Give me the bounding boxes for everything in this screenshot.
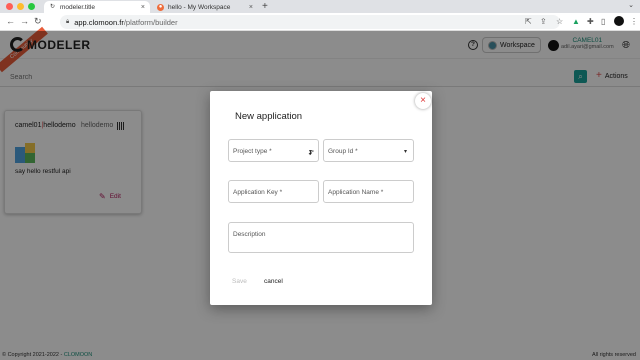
cancel-button[interactable]: cancel [264, 278, 283, 285]
url-field[interactable]: 🔒︎ app.clomoon.fr /platform/builder [60, 15, 560, 29]
postman-icon: ● [157, 3, 164, 11]
browser-tab-workspace[interactable]: ● hello - My Workspace × [152, 1, 258, 13]
url-host: app.clomoon.fr [74, 17, 124, 27]
share-icon[interactable]: ⇪ [540, 17, 547, 26]
lock-icon: 🔒︎ [66, 18, 70, 25]
close-window-button[interactable] [6, 3, 13, 10]
application-key-field[interactable]: Application Key * [228, 180, 319, 203]
close-tab-icon[interactable]: × [249, 4, 253, 11]
tab-title: modeler.title [60, 3, 96, 11]
sidebar-icon[interactable]: ▯ [601, 17, 605, 26]
menu-icon[interactable]: ⋮ [630, 17, 638, 26]
window-controls [6, 3, 35, 10]
profile-avatar[interactable] [614, 16, 624, 26]
close-tab-icon[interactable]: × [141, 4, 145, 11]
mouse-pointer-icon: ➹ [308, 148, 315, 157]
description-field[interactable]: Description [228, 222, 414, 253]
minimize-window-button[interactable] [17, 3, 24, 10]
star-icon[interactable]: ☆ [556, 17, 563, 26]
close-dialog-button[interactable]: × [415, 93, 431, 109]
group-id-select[interactable]: Group Id * ▾ [323, 139, 414, 162]
back-icon[interactable]: ← [6, 16, 15, 26]
maximize-window-button[interactable] [28, 3, 35, 10]
description-label: Description [233, 231, 266, 238]
address-bar: ← → ↻ 🔒︎ app.clomoon.fr /platform/builde… [0, 13, 640, 31]
url-path: /platform/builder [123, 17, 178, 27]
application-name-label: Application Name * [328, 189, 384, 196]
application-key-label: Application Key * [233, 189, 283, 196]
new-application-dialog: New application × Project type * ▾ Group… [210, 91, 432, 305]
dialog-title: New application [235, 111, 303, 122]
loading-icon: ↻ [49, 3, 56, 10]
browser-tab-bar: ↻ modeler.title × ● hello - My Workspace… [0, 0, 640, 13]
save-button[interactable]: Save [232, 278, 247, 285]
chevron-down-icon: ▾ [403, 149, 407, 155]
forward-icon[interactable]: → [20, 16, 29, 26]
browser-tab-modeler[interactable]: ↻ modeler.title × [44, 1, 150, 13]
extensions-icon[interactable]: ✚ [587, 17, 594, 26]
new-tab-button[interactable]: + [262, 1, 268, 12]
project-type-select[interactable]: Project type * ▾ [228, 139, 319, 162]
external-link-icon[interactable]: ⇱ [525, 17, 532, 26]
reload-icon[interactable]: ↻ [34, 16, 42, 27]
tab-title: hello - My Workspace [168, 3, 231, 11]
drive-icon[interactable]: ▲ [572, 17, 580, 26]
group-id-label: Group Id * [328, 148, 358, 155]
tab-search-icon[interactable]: ⌄ [628, 1, 634, 9]
project-type-label: Project type * [233, 148, 272, 155]
application-name-field[interactable]: Application Name * [323, 180, 414, 203]
